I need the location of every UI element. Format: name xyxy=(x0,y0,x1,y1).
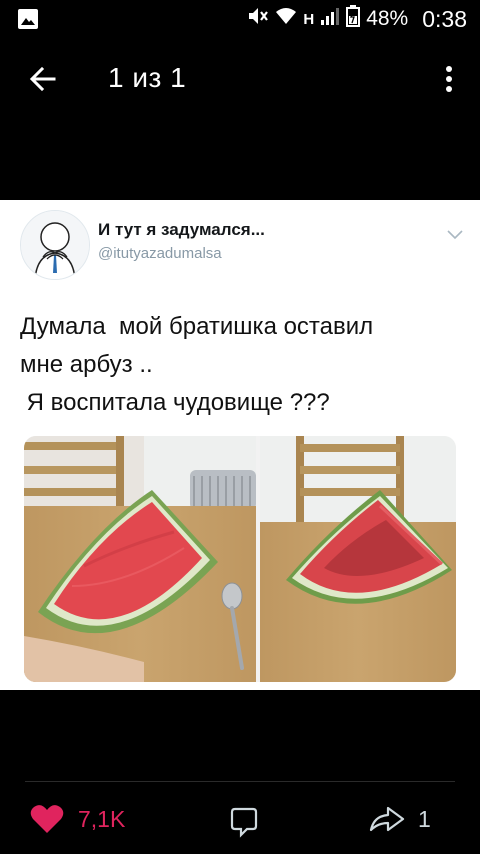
battery-percent: 48% xyxy=(366,7,409,30)
mute-icon xyxy=(247,6,269,32)
author-handle[interactable]: @itutyazadumalsa xyxy=(98,245,222,262)
arrow-left-icon xyxy=(29,66,56,92)
author-name[interactable]: И тут я задумался... xyxy=(98,220,265,240)
tweet-menu-button[interactable] xyxy=(446,226,464,240)
comment-icon xyxy=(230,807,258,838)
viewer-toolbar: 1 из 1 xyxy=(0,52,480,106)
battery-icon xyxy=(346,5,361,33)
share-arrow-icon xyxy=(369,806,405,832)
share-button[interactable]: 1 xyxy=(368,804,431,834)
status-bar: H 48% 0:38 xyxy=(0,0,480,38)
wifi-icon xyxy=(275,7,297,31)
reply-button[interactable] xyxy=(228,806,260,842)
tweet-text: Думала мой братишка оставил мне арбуз ..… xyxy=(20,308,460,422)
watermelon-slice-photo[interactable] xyxy=(24,436,256,682)
viewer-title: 1 из 1 xyxy=(108,62,187,93)
tweet-text-line: мне арбуз .. xyxy=(20,351,153,378)
chevron-down-icon xyxy=(447,230,463,240)
hollowed-watermelon-photo[interactable] xyxy=(260,436,456,682)
heart-icon xyxy=(30,805,64,833)
more-options-button[interactable] xyxy=(442,64,456,94)
signal-icon xyxy=(320,6,340,32)
clock: 0:38 xyxy=(422,5,467,32)
like-count: 7,1K xyxy=(78,805,126,832)
tweet-actions: 7,1K 1 xyxy=(0,796,480,846)
more-vertical-icon xyxy=(446,66,452,92)
network-type: H xyxy=(303,10,315,28)
avatar[interactable] xyxy=(20,210,90,280)
tweet-text-line: Думала мой братишка оставил xyxy=(20,313,374,340)
share-count: 1 xyxy=(418,805,431,832)
divider xyxy=(25,781,455,782)
tweet-text-line: Я воспитала чудовище ??? xyxy=(20,389,330,416)
tweet-media[interactable] xyxy=(24,436,456,682)
tweet-card[interactable]: И тут я задумался... @itutyazadumalsa Ду… xyxy=(0,200,480,690)
gallery-icon xyxy=(17,8,39,35)
like-button[interactable]: 7,1K xyxy=(30,804,125,834)
back-button[interactable] xyxy=(26,62,60,96)
